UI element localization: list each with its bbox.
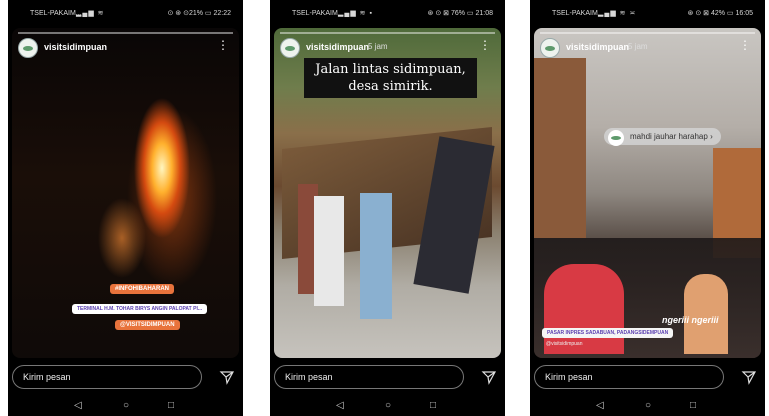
message-bar: Kirim pesan [534,365,761,391]
story-header: visitsidimpuan ⋮ [18,36,233,62]
mention-avatar [608,130,624,146]
person [314,196,344,306]
carrier-label: TSEL-PAKAIM [552,10,598,17]
send-icon[interactable] [741,369,757,385]
story-time: 5 jam [628,42,648,51]
avatar[interactable] [540,38,560,58]
mention-name: mahdi jauhar harahap [630,132,708,141]
person [360,193,392,319]
status-bar: TSEL-PAKAIM ▂▄▆ ≋ ≍ ⊛ ⊙ ⊠ 42% ▭ 16:05 [530,0,765,28]
story-progress-bar [540,32,755,34]
location-sticker[interactable]: TERMINAL H.M. TOHAR BIRYS ANGIN PALOPAT … [72,304,208,314]
home-icon[interactable]: ○ [123,400,129,412]
message-input[interactable]: Kirim pesan [274,365,464,389]
home-icon[interactable]: ○ [645,400,651,412]
android-nav-bar: ◁ ○ □ [270,396,505,416]
mention-tag[interactable]: mahdi jauhar harahap › [604,128,721,146]
status-bar: TSEL-PAKAIM... ▂▄▆ ≋ ⊙ ⊛ ⊙21% ▭ 22:22 [8,0,243,28]
story-photo-smoke[interactable]: visitsidimpuan 5 jam ⋮ mahdi jauhar hara… [534,28,761,358]
signal-icon: ▂▄▆ ≋ ▪ [338,10,373,17]
carrier-label: TSEL-PAKAIM [292,10,338,17]
story-time: 5 jam [368,42,388,51]
status-right: ⊙ ⊛ ⊙21% ▭ 22:22 [167,10,231,17]
message-bar: Kirim pesan [274,365,501,391]
location-name: PASAR INPRES SADABUAN, PADANGSIDEMPUAN [547,330,669,336]
more-vertical-icon[interactable]: ⋮ [217,38,229,52]
message-input[interactable]: Kirim pesan [534,365,724,389]
story-progress-bar [280,32,495,34]
back-icon[interactable]: ◁ [74,400,82,412]
location-sticker[interactable]: PASAR INPRES SADABUAN, PADANGSIDEMPUAN [542,328,674,338]
back-icon[interactable]: ◁ [336,400,344,412]
mention-sticker[interactable]: @VISITSIDIMPUAN [115,320,180,330]
story-header: visitsidimpuan 5 jam ⋮ [540,36,755,62]
story-caption: Jalan lintas sidimpuan, desa simirik. [304,58,477,98]
story-photo-fire[interactable]: visitsidimpuan ⋮ #INFOHIBAHARAN TERMINAL… [12,28,239,358]
recent-apps-icon[interactable]: □ [690,400,696,412]
send-icon[interactable] [481,369,497,385]
avatar[interactable] [18,38,38,58]
home-icon[interactable]: ○ [385,400,391,412]
status-right: ⊛ ⊙ ⊠ 42% ▭ 16:05 [687,10,753,17]
story-username[interactable]: visitsidimpuan [44,42,107,52]
carrier-label: TSEL-PAKAIM... [30,10,82,17]
signal-icon: ▂▄▆ ≋ [76,10,105,17]
story-photo-truck[interactable]: visitsidimpuan 5 jam ⋮ Jalan lintas sidi… [274,28,501,358]
chevron-right-icon: › [710,132,713,141]
avatar[interactable] [280,38,300,58]
send-icon[interactable] [219,369,235,385]
recent-apps-icon[interactable]: □ [430,400,436,412]
story-screen-3: TSEL-PAKAIM ▂▄▆ ≋ ≍ ⊛ ⊙ ⊠ 42% ▭ 16:05 vi… [530,0,765,416]
more-vertical-icon[interactable]: ⋮ [739,38,751,52]
android-nav-bar: ◁ ○ □ [8,396,243,416]
more-vertical-icon[interactable]: ⋮ [479,38,491,52]
status-bar: TSEL-PAKAIM ▂▄▆ ≋ ▪ ⊛ ⊙ ⊠ 76% ▭ 21:08 [270,0,505,28]
android-nav-bar: ◁ ○ □ [530,396,765,416]
story-screen-2: TSEL-PAKAIM ▂▄▆ ≋ ▪ ⊛ ⊙ ⊠ 76% ▭ 21:08 vi… [270,0,505,416]
story-username[interactable]: visitsidimpuan [306,42,369,52]
recent-apps-icon[interactable]: □ [168,400,174,412]
status-right: ⊛ ⊙ ⊠ 76% ▭ 21:08 [427,10,493,17]
message-bar: Kirim pesan [12,365,239,391]
story-username[interactable]: visitsidimpuan [566,42,629,52]
hashtag-sticker[interactable]: #INFOHIBAHARAN [110,284,174,294]
location-subtext: @visitsidimpuan [546,341,583,347]
story-screen-1: TSEL-PAKAIM... ▂▄▆ ≋ ⊙ ⊛ ⊙21% ▭ 22:22 vi… [8,0,243,416]
story-progress-bar [18,32,233,34]
signal-icon: ▂▄▆ ≋ ≍ [598,10,637,17]
overlay-text: ngeriii ngeriii [662,315,719,325]
back-icon[interactable]: ◁ [596,400,604,412]
person [684,274,728,354]
message-input[interactable]: Kirim pesan [12,365,202,389]
building-left [534,58,586,238]
